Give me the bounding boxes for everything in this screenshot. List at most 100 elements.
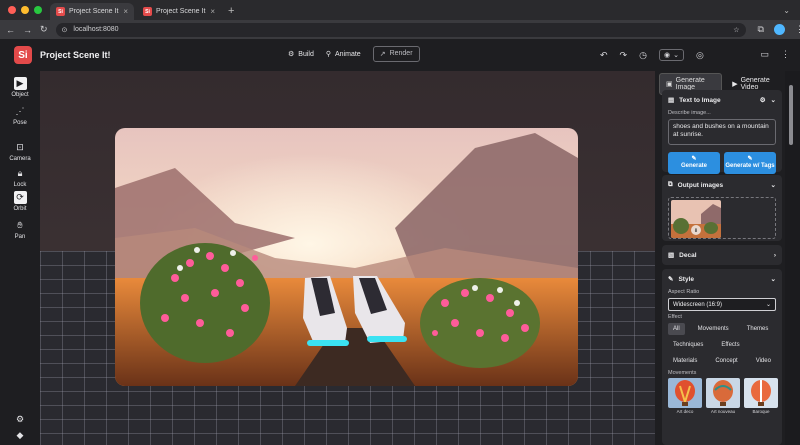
chip-techniques[interactable]: Techniques <box>668 339 708 351</box>
scene-viewport[interactable] <box>40 71 655 445</box>
close-tab-icon[interactable]: × <box>210 7 215 16</box>
card-title: Output images <box>677 181 724 189</box>
settings-button[interactable]: ⚙ <box>0 413 40 426</box>
right-panel: ▣ Generate Image ▶ Generate Video ▤ Text… <box>655 71 785 445</box>
tool-object[interactable]: ▶ Object <box>0 77 40 98</box>
button-label: Generate <box>680 163 707 169</box>
camera-icon: ⊡ <box>16 142 24 152</box>
close-window-icon[interactable] <box>8 6 16 14</box>
svg-text:⬇: ⬇ <box>694 228 698 234</box>
animate-label: Animate <box>335 50 361 58</box>
chat-icon[interactable]: ▭ <box>760 49 769 60</box>
mode-actions: ⚙ Build ⚲ Animate ↗ Render <box>288 46 420 62</box>
pointer-icon: ▶ <box>13 77 27 90</box>
eye-icon: ◉ <box>663 52 671 59</box>
view-mode-toggle[interactable]: ◉ ⌄ <box>658 49 684 61</box>
scrollbar-thumb[interactable] <box>789 85 793 145</box>
chip-concept[interactable]: Concept <box>710 355 742 367</box>
profile-avatar-icon[interactable] <box>773 24 785 35</box>
extensions-icon[interactable]: ⧉ <box>758 24 764 35</box>
maximize-window-icon[interactable] <box>34 6 42 14</box>
panel-scrollbar[interactable] <box>785 71 800 445</box>
card-header: ▤ Text to Image ⚙ ⌄ <box>662 90 782 110</box>
chip-movements[interactable]: Movements <box>693 323 734 335</box>
card-header: ✎ Style ⌄ <box>662 269 782 289</box>
movement-label: Art deco <box>676 409 694 414</box>
movement-art-deco[interactable]: Art deco <box>668 378 702 414</box>
card-title: Text to Image <box>679 96 721 104</box>
browser-tab-1[interactable]: Si Project Scene It! × <box>50 3 134 20</box>
url-text: localhost:8080 <box>73 26 119 33</box>
tab-list-chevron-icon[interactable]: ⌄ <box>783 6 800 20</box>
sparkle-icon: ✎ <box>747 156 753 162</box>
back-icon[interactable]: ← <box>6 25 15 35</box>
chevron-down-icon[interactable]: ⌄ <box>771 96 776 104</box>
tool-pan[interactable]: ✋︎ Pan <box>0 219 40 240</box>
forward-icon[interactable]: → <box>23 25 32 35</box>
reload-icon[interactable]: ↻ <box>40 24 48 35</box>
left-toolbar: ▶ Object ⋰ Pose ⊡ Camera 🔒︎ Lock ⟳ Orbit… <box>0 71 40 445</box>
palette-icon: ✎ <box>668 276 674 283</box>
history-icon[interactable]: ◷ <box>639 50 647 61</box>
tool-orbit[interactable]: ⟳ Orbit <box>0 191 40 212</box>
select-value: Widescreen (16:9) <box>673 301 723 308</box>
chip-materials[interactable]: Materials <box>668 355 702 367</box>
browser-menu-icon[interactable]: ⋮ <box>795 24 800 35</box>
output-dropzone[interactable]: ⬇ <box>668 197 776 239</box>
effect-filter-chips: All Movements Themes Techniques Effects … <box>662 320 782 370</box>
animate-icon: ⚲ <box>325 51 331 58</box>
new-tab-icon[interactable]: + <box>224 5 240 20</box>
build-button[interactable]: ⚙ Build <box>288 50 314 59</box>
app-header: Si Project Scene It! ⚙ Build ⚲ Animate ↗… <box>0 39 800 71</box>
chip-effects[interactable]: Effects <box>716 339 744 351</box>
chevron-down-icon[interactable]: ⌄ <box>771 181 776 189</box>
decal-card[interactable]: ▧ Decal › <box>662 245 782 265</box>
hand-icon: ✋︎ <box>17 220 23 230</box>
generate-with-tags-button[interactable]: ✎ Generate w/ Tags <box>724 152 776 174</box>
orbit-icon: ⟳ <box>13 191 27 204</box>
tab-title: Project Scene It! <box>156 8 207 15</box>
lock-icon: 🔒︎ <box>17 168 23 178</box>
instagram-icon[interactable]: ◎ <box>696 50 704 61</box>
tab-favicon: Si <box>143 7 152 16</box>
chip-video[interactable]: Video <box>751 355 776 367</box>
redo-icon[interactable]: ↷ <box>620 50 628 61</box>
movement-baroque[interactable]: Baroque <box>744 378 778 414</box>
close-tab-icon[interactable]: × <box>123 7 128 16</box>
output-thumbnail[interactable]: ⬇ <box>671 200 721 238</box>
prompt-textarea[interactable]: shoes and bushes on a mountain at sunris… <box>668 119 776 145</box>
gear-icon: ⚙ <box>15 414 25 424</box>
chip-themes[interactable]: Themes <box>742 323 774 335</box>
describe-label: Describe image... <box>668 110 711 116</box>
tab-favicon: Si <box>56 7 65 16</box>
animate-button[interactable]: ⚲ Animate <box>325 50 361 59</box>
decal-icon: ▧ <box>668 252 675 259</box>
window-controls <box>0 6 50 20</box>
minimize-window-icon[interactable] <box>21 6 29 14</box>
more-menu-icon[interactable]: ⋮ <box>781 49 790 60</box>
text-image-icon: ▤ <box>668 97 675 104</box>
tab-title: Project Scene It! <box>69 8 120 15</box>
aspect-ratio-select[interactable]: Widescreen (16:9) ⌄ <box>668 298 776 311</box>
browser-tab-2[interactable]: Si Project Scene It! × <box>137 3 221 20</box>
gear-icon[interactable]: ⚙ <box>760 96 766 104</box>
balloon-thumbnail <box>744 378 778 408</box>
browser-tab-bar: Si Project Scene It! × Si Project Scene … <box>0 0 800 20</box>
movement-label: Art nouveau <box>710 409 736 414</box>
address-bar[interactable]: ⊙ localhost:8080 ☆ <box>55 22 746 37</box>
movement-art-nouveau[interactable]: Art nouveau <box>706 378 740 414</box>
undo-icon[interactable]: ↶ <box>600 50 608 61</box>
chevron-right-icon[interactable]: › <box>774 252 776 259</box>
build-icon: ⚙ <box>288 51 295 58</box>
chevron-down-icon[interactable]: ⌄ <box>771 275 776 283</box>
bookmark-star-icon[interactable]: ☆ <box>733 26 739 34</box>
help-button[interactable]: ◆ <box>0 429 40 442</box>
tool-label: Lock <box>13 182 27 188</box>
site-info-icon[interactable]: ⊙ <box>62 26 68 34</box>
chip-all[interactable]: All <box>668 323 685 335</box>
tool-lock[interactable]: 🔒︎ Lock <box>0 167 40 188</box>
tool-camera[interactable]: ⊡ Camera <box>0 141 40 162</box>
render-button[interactable]: ↗ Render <box>372 46 420 62</box>
tool-pose[interactable]: ⋰ Pose <box>0 105 40 126</box>
generate-button[interactable]: ✎ Generate <box>668 152 720 174</box>
